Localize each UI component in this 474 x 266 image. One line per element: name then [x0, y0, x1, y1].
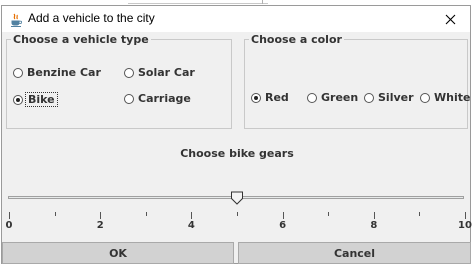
radio-red[interactable]: Red — [251, 91, 289, 104]
title-bar: Add a vehicle to the city — [2, 6, 470, 32]
ok-button[interactable]: OK — [2, 242, 234, 264]
slider-tick-label: 6 — [279, 220, 287, 231]
radio-benzine-car[interactable]: Benzine Car — [13, 66, 101, 79]
radio-silver[interactable]: Silver — [364, 91, 414, 104]
radio-label: Red — [265, 91, 289, 104]
dialog-window: Add a vehicle to the city Choose a vehic… — [1, 5, 472, 264]
radio-indicator — [124, 93, 134, 104]
radio-label: Carriage — [138, 92, 191, 105]
slider-tick — [419, 212, 421, 216]
radio-label: Green — [321, 91, 359, 104]
window-title: Add a vehicle to the city — [28, 11, 155, 25]
slider-tick — [191, 212, 193, 219]
radio-indicator-selected — [251, 92, 261, 103]
color-legend: Choose a color — [251, 33, 342, 46]
radio-indicator — [124, 67, 134, 78]
radio-label: Silver — [378, 91, 414, 104]
slider-tick — [100, 212, 102, 219]
background-divider — [262, 0, 263, 4]
java-app-icon — [10, 12, 23, 27]
slider-tick — [282, 212, 284, 219]
radio-green[interactable]: Green — [307, 91, 358, 104]
slider-tick-labels: 0 2 4 6 8 10 — [5, 220, 472, 234]
slider-tick — [373, 212, 375, 219]
slider-tick — [9, 212, 10, 219]
vehicle-type-group: Choose a vehicle type Benzine Car Solar … — [6, 33, 232, 129]
slider-tick-label: 8 — [370, 220, 378, 231]
slider-tick-label: 10 — [458, 220, 472, 231]
radio-indicator — [364, 92, 374, 103]
color-group: Choose a color Red Green Silver White — [244, 33, 470, 129]
radio-label: White — [434, 91, 471, 104]
slider-tick — [145, 212, 147, 216]
radio-indicator — [13, 67, 23, 78]
radio-label: Solar Car — [138, 66, 195, 79]
slider-thumb[interactable] — [230, 190, 244, 205]
close-icon — [445, 10, 456, 29]
slider-tick-label: 4 — [187, 220, 195, 231]
radio-bike[interactable]: Bike — [13, 92, 58, 107]
vehicle-type-legend: Choose a vehicle type — [13, 33, 149, 46]
radio-indicator — [307, 92, 317, 103]
close-button[interactable] — [430, 6, 470, 32]
radio-white[interactable]: White — [420, 91, 470, 104]
gears-slider[interactable] — [8, 191, 464, 209]
slider-tick — [237, 212, 238, 216]
cancel-button[interactable]: Cancel — [238, 242, 471, 264]
radio-indicator — [420, 92, 430, 103]
radio-label: Bike — [25, 92, 58, 107]
radio-label: Benzine Car — [27, 66, 101, 79]
radio-indicator-selected — [13, 94, 23, 105]
background-element — [128, 0, 268, 4]
gears-title: Choose bike gears — [180, 147, 294, 160]
slider-tick-label: 2 — [96, 220, 104, 231]
slider-tick — [328, 212, 330, 216]
slider-tick — [465, 212, 466, 219]
slider-tick-label: 0 — [5, 220, 13, 231]
slider-tick — [54, 212, 56, 216]
radio-solar-car[interactable]: Solar Car — [124, 66, 195, 79]
radio-carriage[interactable]: Carriage — [124, 92, 191, 105]
